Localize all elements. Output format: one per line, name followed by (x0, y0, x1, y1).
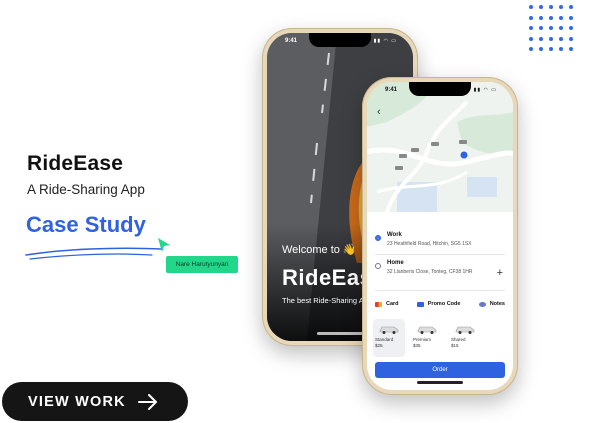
phone-order-mockup: 9:41 ▮▮ ◠ ▭ ‹ Work 23 Heathfield Road, H… (362, 77, 518, 395)
welcome-subtitle: The best Ride-Sharing App (282, 296, 373, 305)
back-chevron-icon[interactable]: ‹ (377, 106, 381, 118)
payment-label: Notes (489, 301, 505, 307)
phone-notch (409, 82, 471, 96)
divider (375, 254, 505, 255)
destination-title: Work (387, 232, 402, 238)
radio-selected-icon (375, 235, 381, 241)
ride-name: Premium (413, 337, 432, 342)
destination-home[interactable]: Home 32 Llanberis Close, Tonteg, CF38 1H… (375, 260, 503, 275)
dot (529, 47, 533, 51)
arrow-right-icon (137, 393, 157, 410)
dot (539, 15, 543, 20)
route-map[interactable] (367, 82, 513, 212)
dot (569, 15, 573, 20)
ride-option-shared[interactable]: Shared $15 (449, 319, 481, 357)
status-bar-time: 9:41 (385, 87, 398, 93)
author-badge: Nare Harutyunyan (166, 256, 238, 273)
dot (559, 26, 563, 30)
dot (539, 5, 543, 9)
dot (529, 26, 533, 30)
ride-options: Standard $25 Premium $35 Shared $15 (373, 319, 507, 357)
dot (529, 15, 533, 20)
payment-notes[interactable]: Notes (478, 301, 505, 307)
home-indicator (317, 332, 363, 335)
dot (569, 26, 573, 30)
payment-label: Card (386, 301, 399, 307)
dot (569, 36, 573, 41)
destination-title: Home (387, 260, 404, 266)
promo-icon (416, 301, 424, 307)
dot (529, 36, 533, 41)
destination-address: 23 Heathfield Road, Hitchin, SG5 1SX (387, 241, 472, 247)
dot (549, 5, 553, 9)
dot (549, 15, 553, 20)
add-stop-icon[interactable]: + (497, 267, 503, 279)
dot-grid-decoration (529, 5, 581, 57)
destination-work[interactable]: Work 23 Heathfield Road, Hitchin, SG5 1S… (375, 232, 503, 247)
ride-option-standard[interactable]: Standard $25 (373, 319, 405, 357)
dot (569, 47, 573, 51)
ride-option-premium[interactable]: Premium $35 (411, 319, 443, 357)
view-work-label: VIEW WORK (28, 393, 126, 410)
case-study-heading: Case Study (26, 212, 146, 237)
ride-price: $35 (413, 343, 421, 348)
view-work-button[interactable]: VIEW WORK (2, 382, 188, 421)
status-bar-time: 9:41 (285, 38, 298, 44)
dot (549, 26, 553, 30)
status-bar-icons: ▮▮ ◠ ▭ (473, 87, 497, 93)
dot (559, 36, 563, 41)
radio-icon (375, 263, 381, 269)
dot (549, 36, 553, 41)
brand-tagline: A Ride-Sharing App (27, 182, 145, 197)
ride-price: $15 (451, 343, 459, 348)
payment-label: Promo Code (427, 301, 461, 307)
dot (559, 47, 563, 51)
dot (529, 5, 533, 9)
payment-promo[interactable]: Promo Code (416, 301, 461, 307)
payment-card[interactable]: Card (375, 301, 399, 307)
car-icon (379, 326, 399, 334)
pointer-cursor-icon (158, 238, 170, 252)
underline-scribble (25, 247, 163, 260)
dot (539, 26, 543, 30)
dot (539, 47, 543, 51)
dot (549, 47, 553, 51)
home-indicator (417, 381, 463, 384)
payment-options: Card Promo Code Notes (375, 301, 505, 307)
divider (375, 290, 505, 291)
card-icon (375, 301, 382, 307)
dot (569, 5, 573, 9)
dot (559, 15, 563, 20)
ride-price: $25 (375, 343, 383, 348)
phone-notch (309, 33, 371, 47)
car-icon (455, 326, 475, 334)
ride-name: Shared (451, 337, 466, 342)
dot (539, 36, 543, 41)
car-icon (417, 326, 437, 334)
status-bar-icons: ▮▮ ◠ ▭ (373, 38, 397, 44)
dot (559, 5, 563, 9)
brand-title: RideEase (27, 152, 124, 175)
notes-icon (478, 301, 486, 307)
destination-address: 32 Llanberis Close, Tonteg, CF38 1HR (387, 269, 473, 275)
welcome-text: Welcome to 👋 (282, 244, 357, 256)
order-button[interactable]: Order (375, 362, 505, 378)
ride-name: Standard (375, 337, 394, 342)
order-screen: 9:41 ▮▮ ◠ ▭ ‹ Work 23 Heathfield Road, H… (367, 82, 513, 390)
